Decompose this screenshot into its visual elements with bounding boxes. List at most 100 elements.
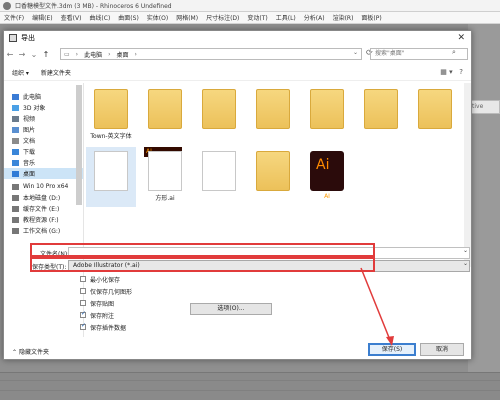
checkbox-option[interactable]: 保存贴图 xyxy=(80,298,114,308)
breadcrumb-this-pc[interactable]: 此电脑 xyxy=(84,50,102,59)
checkbox-option[interactable]: 最小化保存 xyxy=(80,274,120,284)
menu-item[interactable]: 曲线(C) xyxy=(89,13,110,22)
file-item[interactable] xyxy=(194,85,244,145)
folder-icon xyxy=(94,89,128,129)
chevron-down-icon[interactable]: ⌄ xyxy=(353,49,358,56)
computer-icon xyxy=(12,93,19,100)
drive-icon xyxy=(12,205,19,212)
checkbox-option[interactable]: 保存附注 xyxy=(80,310,114,320)
menu-item[interactable]: 曲面(S) xyxy=(118,13,139,22)
file-list: Town-英文字体 AI方形.ai Ai AI xyxy=(86,83,470,265)
file-item[interactable]: Ai AI xyxy=(302,147,352,207)
sidebar-scrollbar[interactable] xyxy=(76,85,82,205)
search-icon: ⌕ xyxy=(452,48,456,56)
chevron-right-icon: › xyxy=(75,50,79,58)
file-item[interactable] xyxy=(140,85,190,145)
viewport-mode-label[interactable]: tive xyxy=(468,100,500,114)
sidebar-item[interactable]: 3D 对象 xyxy=(4,102,83,113)
menu-item[interactable]: 查看(V) xyxy=(61,13,82,22)
checkbox[interactable] xyxy=(80,300,86,306)
folder-icon xyxy=(148,89,182,129)
sidebar-item-label: 本地磁盘 (D:) xyxy=(23,195,61,202)
sidebar-item[interactable]: Win 10 Pro x64 xyxy=(4,181,83,192)
menu-item[interactable]: 分析(A) xyxy=(304,13,325,22)
file-item[interactable]: Town-英文字体 xyxy=(86,85,136,145)
menu-item[interactable]: 尺寸标注(D) xyxy=(206,13,239,22)
sidebar-item[interactable]: 本地磁盘 (D:) xyxy=(4,192,83,203)
hide-folders-toggle[interactable]: ⌃ 隐藏文件夹 xyxy=(12,347,49,356)
file-item[interactable] xyxy=(302,85,352,145)
menu-item[interactable]: 文件(F) xyxy=(4,13,24,22)
new-folder-button[interactable]: 新建文件夹 xyxy=(41,68,71,77)
menu-item[interactable]: 变动(T) xyxy=(247,13,267,22)
checkbox[interactable] xyxy=(80,288,86,294)
file-item[interactable] xyxy=(356,85,406,145)
menu-item[interactable]: 渲染(R) xyxy=(333,13,354,22)
checkbox[interactable] xyxy=(80,322,86,330)
export-dialog: 导出 ✕ ← → ⌄ ↑ ▭ › 此电脑 › 桌面 › ⌄ ⟳ 搜索"桌面" ⌕… xyxy=(3,30,472,360)
sidebar-item-label: 视频 xyxy=(23,116,36,123)
checkbox[interactable] xyxy=(80,276,86,282)
video-icon xyxy=(12,115,19,122)
options-button[interactable]: 选项(O)... xyxy=(190,303,272,315)
checkbox-option[interactable]: 仅保存几何图形 xyxy=(80,286,132,296)
checkbox-option[interactable]: 保存插件数据 xyxy=(80,322,126,332)
file-item[interactable]: AI方形.ai xyxy=(140,147,190,207)
drive-icon xyxy=(12,194,19,201)
menu-item[interactable]: 实体(O) xyxy=(147,13,168,22)
file-item[interactable] xyxy=(248,85,298,145)
recent-dropdown-icon[interactable]: ⌄ xyxy=(28,50,40,59)
hide-folders-label: 隐藏文件夹 xyxy=(18,349,49,356)
organize-button[interactable]: 组织 ▾ xyxy=(12,68,29,77)
desktop-icon xyxy=(12,170,19,177)
navigation-bar: ← → ⌄ ↑ ▭ › 此电脑 › 桌面 › ⌄ ⟳ 搜索"桌面" xyxy=(4,47,471,61)
file-item[interactable] xyxy=(194,147,244,207)
back-arrow-icon[interactable]: ← xyxy=(4,50,16,59)
ai-file-icon xyxy=(148,151,182,191)
cancel-button[interactable]: 取消 xyxy=(420,343,464,356)
download-icon xyxy=(12,148,19,155)
breadcrumb-desktop[interactable]: 桌面 xyxy=(117,50,129,59)
sidebar-item[interactable]: 文档 xyxy=(4,135,83,146)
file-list-scrollbar[interactable] xyxy=(464,83,471,267)
save-button[interactable]: 保存(S) xyxy=(368,343,416,356)
sidebar-item[interactable]: 教程资源 (F:) xyxy=(4,214,83,225)
sidebar-item[interactable]: 音乐 xyxy=(4,157,83,168)
checkbox[interactable] xyxy=(80,310,86,318)
sidebar-item-label: 桌面 xyxy=(23,171,36,178)
close-icon[interactable]: ✕ xyxy=(457,33,465,43)
forward-arrow-icon[interactable]: → xyxy=(16,50,28,59)
menu-item[interactable]: 网格(M) xyxy=(176,13,198,22)
viewport-grid xyxy=(0,372,500,400)
sidebar-item-label: 下载 xyxy=(23,149,36,156)
folder-icon xyxy=(418,89,452,129)
document-icon xyxy=(12,137,19,144)
picture-icon xyxy=(12,126,19,133)
chevron-right-icon: › xyxy=(108,50,111,58)
view-options-icon[interactable]: ▦ ▾ ? xyxy=(440,68,463,76)
menu-item[interactable]: 工具(L) xyxy=(276,13,296,22)
address-bar[interactable]: ▭ › 此电脑 › 桌面 › ⌄ xyxy=(60,48,362,60)
chevron-down-icon[interactable]: ⌄ xyxy=(463,260,468,267)
file-item[interactable] xyxy=(86,147,136,207)
document-icon xyxy=(202,151,236,191)
menu-item[interactable]: 编辑(E) xyxy=(32,13,52,22)
sidebar-item[interactable]: 缓存文件 (E:) xyxy=(4,203,83,214)
highlight-box-savetype xyxy=(30,257,375,272)
sidebar-item[interactable]: 此电脑 xyxy=(4,91,83,102)
file-label: Town-英文字体 xyxy=(90,133,132,140)
file-item[interactable] xyxy=(410,85,460,145)
sidebar-item[interactable]: 工作文档 (G:) xyxy=(4,225,83,236)
illustrator-logo-text: Ai xyxy=(316,157,330,173)
sidebar-item[interactable]: 桌面 xyxy=(4,168,83,179)
sidebar-item[interactable]: 图片 xyxy=(4,124,83,135)
menu-item[interactable]: 面板(P) xyxy=(361,13,381,22)
file-item[interactable] xyxy=(248,147,298,207)
up-arrow-icon[interactable]: ↑ xyxy=(40,50,52,59)
sidebar-item[interactable]: 下载 xyxy=(4,146,83,157)
chevron-down-icon[interactable]: ⌄ xyxy=(463,247,468,254)
sidebar-item-label: 文档 xyxy=(23,138,36,145)
rhino-logo-icon xyxy=(3,1,11,10)
sidebar-item[interactable]: 视频 xyxy=(4,113,83,124)
drive-icon xyxy=(12,183,19,190)
